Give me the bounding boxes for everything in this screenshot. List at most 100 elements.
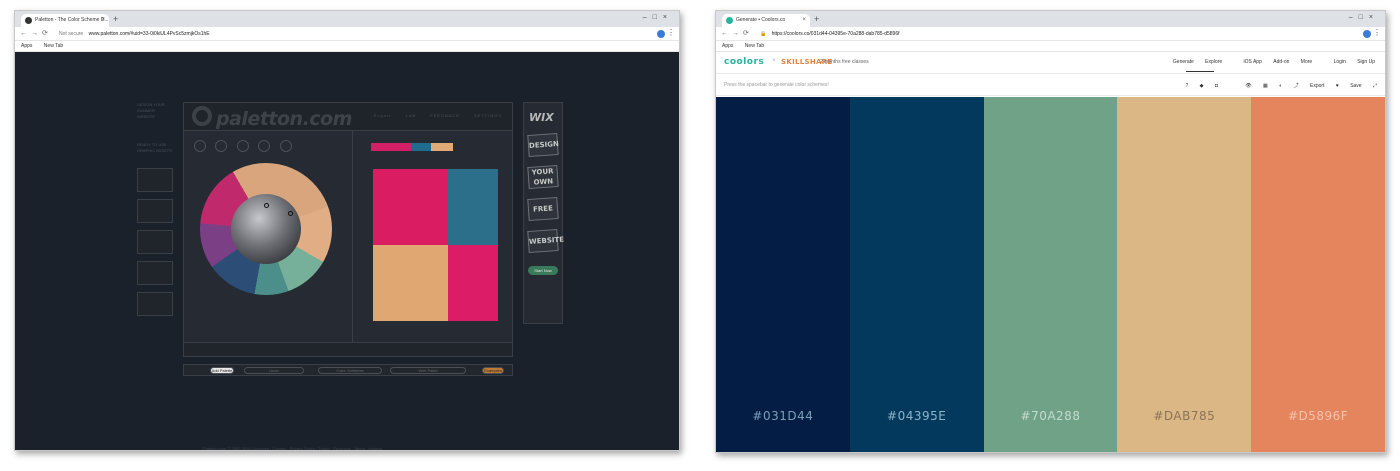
view-icon[interactable]: 👁 <box>1245 83 1251 89</box>
palette-column[interactable]: #031D44 <box>716 97 850 452</box>
wix-website: WEBSITE <box>527 228 564 254</box>
heart-icon[interactable]: ♥ <box>1336 83 1339 89</box>
promo-text[interactable]: 2 months free classes <box>820 59 869 65</box>
menu-ios-app[interactable]: iOS App <box>1244 59 1262 65</box>
swatch-mini[interactable] <box>411 143 431 151</box>
kebab-menu-icon[interactable]: ⋮ <box>667 28 675 37</box>
palette-column[interactable]: #D5896F <box>1251 97 1385 452</box>
url-input[interactable]: 🔒 https://coolors.co/031d44-04395e-70a28… <box>760 29 1349 39</box>
new-tab-icon[interactable]: + <box>814 15 819 24</box>
profile-avatar[interactable] <box>1363 30 1371 38</box>
close-tab-icon[interactable]: × <box>101 14 105 27</box>
swatch-primary[interactable] <box>373 169 448 245</box>
swatch-mini[interactable] <box>431 143 453 151</box>
bookmark-apps[interactable]: Apps <box>722 43 733 49</box>
nav-export[interactable]: Export <box>374 113 392 118</box>
paletton-footbar <box>184 342 512 356</box>
swatch-complement[interactable] <box>448 245 498 321</box>
menu-explore[interactable]: Explore <box>1205 59 1222 65</box>
url-text: https://coolors.co/031d44-04395e-70a288-… <box>771 31 900 37</box>
wheel-handle[interactable] <box>288 211 293 216</box>
grid-icon[interactable]: ▦ <box>1263 83 1268 89</box>
hex-code[interactable]: #04395E <box>850 409 984 423</box>
asset-button[interactable] <box>137 261 173 285</box>
wheel-handle[interactable] <box>264 203 269 208</box>
profile-avatar[interactable] <box>657 30 665 38</box>
paletton-copyright: Paletton.com © 2002-2018 Copyright · Con… <box>203 446 382 451</box>
swatch-mini[interactable] <box>371 143 411 151</box>
coolors-header: coolors × SKILLSHARE 2 months free class… <box>716 52 1385 74</box>
coolors-menu: Generate Explore iOS App Add-on More Log… <box>1163 59 1375 65</box>
adjust-icon[interactable]: ◆ <box>1200 83 1204 89</box>
tetrad-icon[interactable] <box>258 140 271 152</box>
nav-settings[interactable]: SETTINGS <box>474 113 502 118</box>
add-palette-button[interactable]: Add Palette <box>210 367 234 374</box>
share-icon[interactable]: ⤴ <box>1294 83 1299 89</box>
swatch-secondary[interactable] <box>448 169 498 245</box>
mono-icon[interactable] <box>194 140 206 152</box>
adjacent-icon[interactable] <box>215 140 228 152</box>
palette-column[interactable]: #DAB785 <box>1117 97 1252 452</box>
export-button[interactable]: Export <box>1310 83 1324 89</box>
bookmark-new-tab[interactable]: New Tab <box>44 43 63 49</box>
palette-column[interactable]: #70A288 <box>983 97 1118 452</box>
coolors-logo[interactable]: coolors <box>724 57 764 67</box>
asset-button[interactable] <box>137 292 173 316</box>
nav-buttons[interactable]: ←→⟳ <box>20 29 52 37</box>
undo-button[interactable]: Undo <box>244 367 304 374</box>
palette-columns: #031D44 #04395E #70A288 #DAB785 #D5896F <box>716 97 1385 452</box>
asset-button[interactable] <box>137 168 173 192</box>
browser-tab[interactable]: Paletton - The Color Scheme D... × <box>21 14 109 27</box>
examples-button[interactable]: Examples <box>482 367 504 374</box>
color-schemes-button[interactable]: Color Schemes <box>318 367 382 374</box>
color-wheel[interactable] <box>200 163 332 295</box>
swatch-tertiary[interactable] <box>373 245 448 321</box>
free-style-icon[interactable] <box>279 140 292 152</box>
window-controls[interactable]: –□× <box>643 14 673 21</box>
bookmarks-bar: Apps New Tab <box>15 41 679 52</box>
paletton-page: DESIGN YOUR SUMMER WEBSITE READY TO USE … <box>15 52 679 451</box>
bookmarks-bar: Apps New Tab <box>716 41 1385 52</box>
browser-window-right: Generate • Coolors.co × + –□× ←→⟳ 🔒 http… <box>715 10 1386 453</box>
coolors-page: coolors × SKILLSHARE 2 months free class… <box>716 52 1385 452</box>
menu-sign-up[interactable]: Sign Up <box>1357 59 1375 65</box>
menu-login[interactable]: Login <box>1334 59 1346 65</box>
wix-free: FREE <box>527 196 559 222</box>
url-text: www.paletton.com/#uid=33-0i0kiUL4PvSc5zm… <box>88 31 210 37</box>
save-button[interactable]: Save <box>1350 83 1361 89</box>
nav-feedback[interactable]: FEEDBACK <box>430 113 460 118</box>
browser-tab[interactable]: Generate • Coolors.co × <box>722 14 810 27</box>
web-pallet-button[interactable]: Web Pallet <box>390 367 466 374</box>
menu-more[interactable]: More <box>1301 59 1312 65</box>
camera-icon[interactable]: ◘ <box>1215 83 1218 89</box>
hex-code[interactable]: #D5896F <box>1251 409 1385 423</box>
paletton-header: paletton.com Export LAB FEEDBACK SETTING… <box>184 103 512 131</box>
toolbar-actions: ? ◆ ◘ 👁 ▦ ◐ ⤴ Export ♥ Save ⤢ <box>1175 82 1377 89</box>
fullscreen-icon[interactable]: ⤢ <box>1373 83 1377 89</box>
bookmark-apps[interactable]: Apps <box>21 43 32 49</box>
new-tab-icon[interactable]: + <box>113 15 118 24</box>
menu-generate[interactable]: Generate <box>1173 59 1194 65</box>
wix-ad[interactable]: WIX DESIGN YOUR OWN FREE WEBSITE Start N… <box>523 102 564 324</box>
asset-button[interactable] <box>137 199 173 223</box>
palette-column[interactable]: #04395E <box>849 97 984 452</box>
hex-code[interactable]: #031D44 <box>716 409 850 423</box>
asset-button[interactable] <box>137 230 173 254</box>
kebab-menu-icon[interactable]: ⋮ <box>1373 28 1381 37</box>
not-secure-label: Not secure <box>59 31 84 37</box>
hex-code[interactable]: #70A288 <box>984 409 1118 423</box>
window-controls[interactable]: –□× <box>1349 14 1379 21</box>
tab-title: Generate • Coolors.co <box>736 17 786 23</box>
nav-buttons[interactable]: ←→⟳ <box>721 29 753 37</box>
url-input[interactable]: Not secure www.paletton.com/#uid=33-0i0k… <box>59 29 643 39</box>
help-icon[interactable]: ? <box>1185 83 1188 89</box>
menu-add-on[interactable]: Add-on <box>1273 59 1289 65</box>
close-tab-icon[interactable]: × <box>802 14 806 27</box>
triad-icon[interactable] <box>236 140 249 152</box>
bookmark-new-tab[interactable]: New Tab <box>745 43 764 49</box>
wix-start-button[interactable]: Start Now <box>528 266 558 275</box>
hex-code[interactable]: #DAB785 <box>1117 409 1251 423</box>
contrast-icon[interactable]: ◐ <box>1279 83 1282 89</box>
paletton-logo: paletton.com <box>216 108 352 130</box>
nav-lab[interactable]: LAB <box>406 113 417 118</box>
